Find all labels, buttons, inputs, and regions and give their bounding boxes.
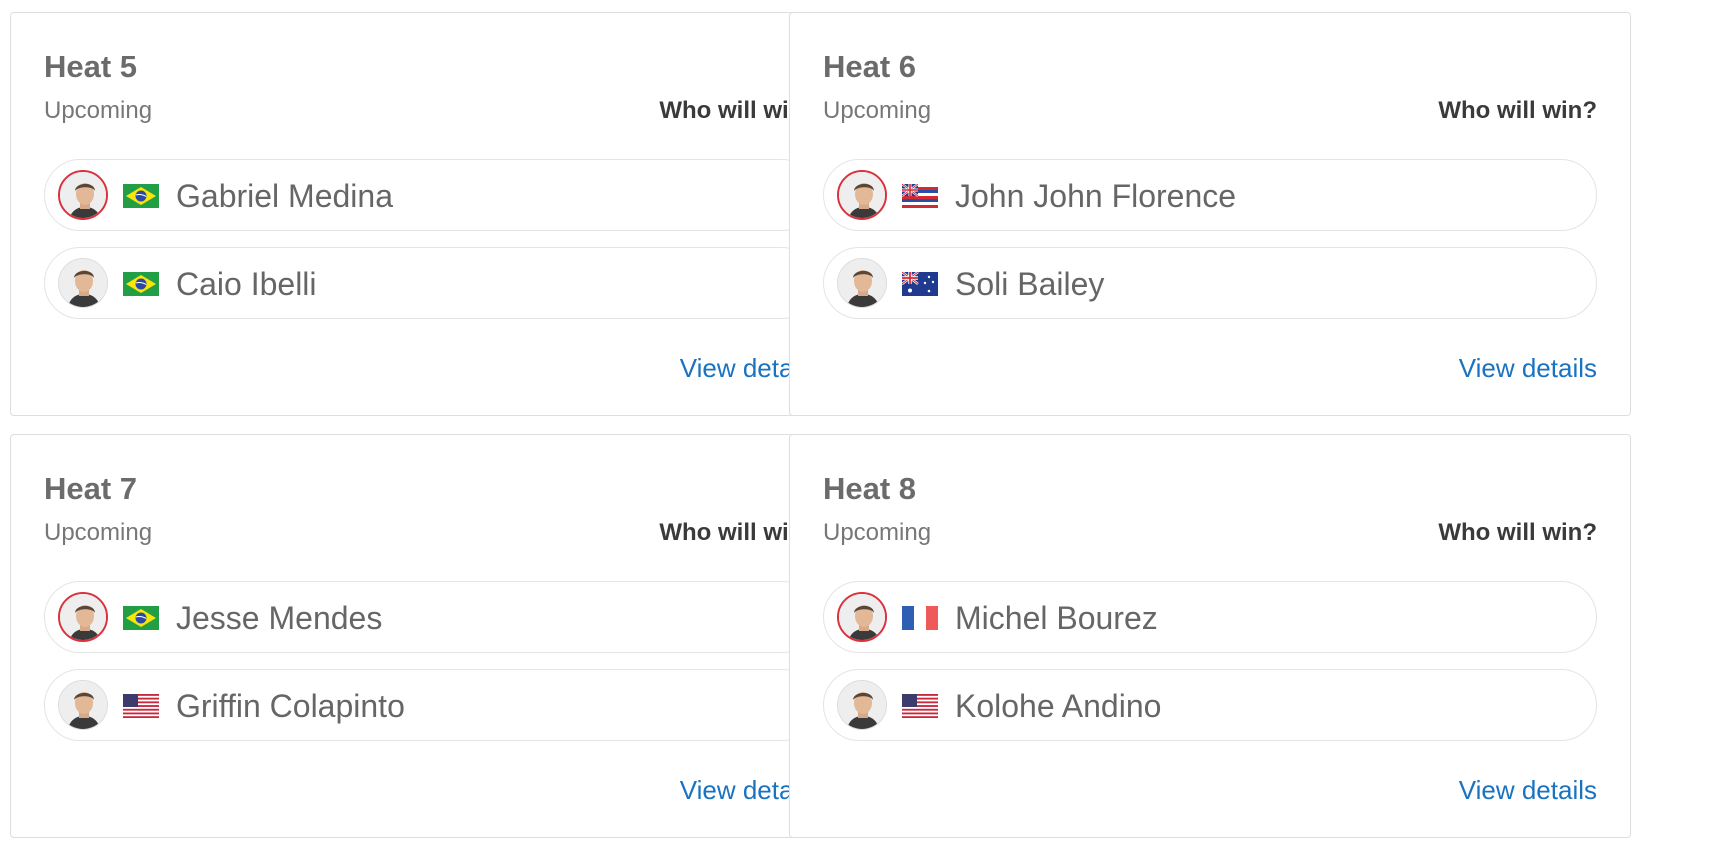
heat-title: Heat 6	[823, 49, 917, 84]
surfer-pick-button[interactable]: Kolohe Andino	[823, 669, 1597, 741]
who-will-win-label: Who will win?	[1438, 97, 1597, 124]
surfer-name: Kolohe Andino	[955, 688, 1162, 724]
hawaii-flag-icon	[902, 184, 938, 208]
view-details-link[interactable]: View details	[1459, 777, 1597, 803]
surfer-avatar	[58, 680, 108, 730]
heat-status: Upcoming	[823, 519, 932, 546]
brazil-flag-icon	[123, 272, 159, 296]
surfer-name: Griffin Colapinto	[176, 688, 405, 724]
brazil-flag-icon	[123, 606, 159, 630]
surfer-pick-button[interactable]: Jesse Mendes	[44, 581, 818, 653]
surfer-name: Jesse Mendes	[176, 600, 383, 636]
australia-flag-icon	[902, 272, 938, 296]
surfer-name: Caio Ibelli	[176, 266, 317, 302]
heat-title: Heat 5	[44, 49, 138, 84]
usa-flag-icon	[902, 694, 938, 718]
heat-status: Upcoming	[823, 97, 932, 124]
surfer-avatar	[58, 258, 108, 308]
surfer-name: Soli Bailey	[955, 266, 1105, 302]
france-flag-icon	[902, 606, 938, 630]
surfer-pick-button[interactable]: Caio Ibelli	[44, 247, 818, 319]
heat-status: Upcoming	[44, 519, 153, 546]
surfer-name: John John Florence	[955, 178, 1237, 214]
surfer-avatar	[837, 170, 887, 220]
surfer-name: Gabriel Medina	[176, 178, 393, 214]
heat-card: Heat 7 Upcoming Who will win? Jesse Mend…	[10, 434, 852, 838]
surfer-pick-button[interactable]: Griffin Colapinto	[44, 669, 818, 741]
heat-card: Heat 8 Upcoming Who will win? Michel Bou…	[789, 434, 1631, 838]
heat-card: Heat 6 Upcoming Who will win? John John …	[789, 12, 1631, 416]
surfer-pick-button[interactable]: Gabriel Medina	[44, 159, 818, 231]
heats-grid: Heat 5 Upcoming Who will win? Gabriel Me…	[0, 0, 1718, 846]
surfer-avatar	[837, 258, 887, 308]
surfer-avatar	[837, 680, 887, 730]
surfer-avatar	[58, 170, 108, 220]
heat-status: Upcoming	[44, 97, 153, 124]
view-details-link[interactable]: View details	[1459, 355, 1597, 381]
brazil-flag-icon	[123, 184, 159, 208]
heat-title: Heat 8	[823, 471, 917, 506]
who-will-win-label: Who will win?	[1438, 519, 1597, 546]
heat-card: Heat 5 Upcoming Who will win? Gabriel Me…	[10, 12, 852, 416]
heat-title: Heat 7	[44, 471, 138, 506]
surfer-pick-button[interactable]: Soli Bailey	[823, 247, 1597, 319]
usa-flag-icon	[123, 694, 159, 718]
surfer-avatar	[837, 592, 887, 642]
surfer-avatar	[58, 592, 108, 642]
surfer-name: Michel Bourez	[955, 600, 1158, 636]
surfer-pick-button[interactable]: Michel Bourez	[823, 581, 1597, 653]
surfer-pick-button[interactable]: John John Florence	[823, 159, 1597, 231]
